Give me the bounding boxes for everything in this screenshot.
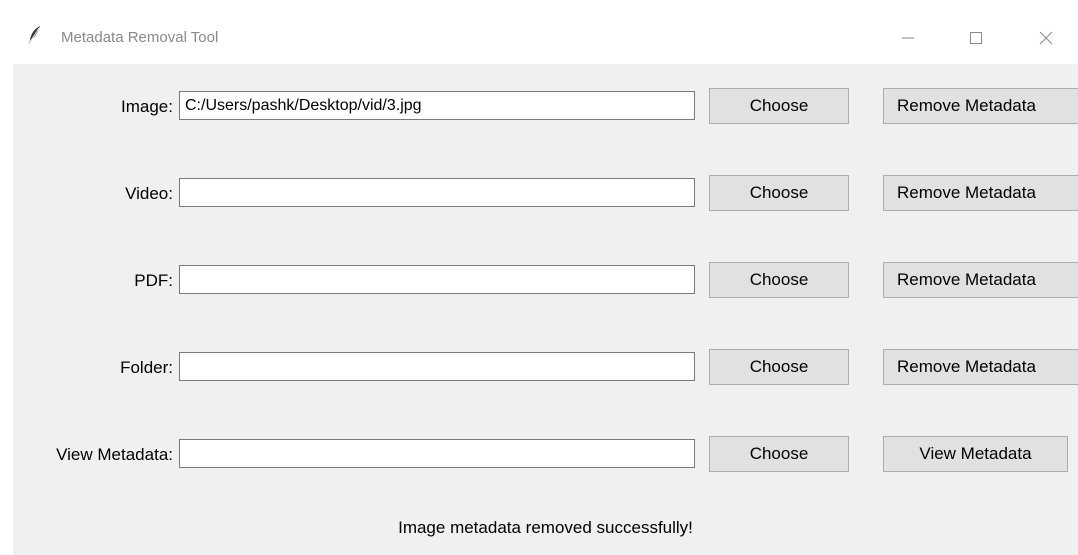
folder-remove-metadata-button[interactable]: Remove Metadata — [883, 349, 1078, 385]
view-metadata-button[interactable]: View Metadata — [883, 436, 1068, 472]
folder-choose-button[interactable]: Choose — [709, 349, 849, 385]
background-window-edge — [0, 0, 14, 555]
minimize-icon — [902, 37, 914, 39]
pdf-label: PDF: — [134, 271, 173, 290]
pdf-remove-metadata-button[interactable]: Remove Metadata — [883, 262, 1078, 298]
status-message: Image metadata removed successfully! — [398, 518, 693, 537]
folder-path-input[interactable] — [179, 352, 695, 381]
video-choose-button[interactable]: Choose — [709, 175, 849, 211]
close-button[interactable] — [1023, 20, 1069, 56]
minimize-button[interactable] — [885, 20, 931, 56]
view-metadata-path-input[interactable] — [179, 439, 695, 468]
title-bar[interactable]: Metadata Removal Tool — [13, 0, 1078, 64]
app-window: Metadata Removal Tool Image: Choose Remo… — [13, 0, 1078, 555]
close-icon — [1039, 31, 1053, 45]
video-remove-metadata-button[interactable]: Remove Metadata — [883, 175, 1078, 211]
video-label: Video: — [125, 184, 173, 203]
folder-label: Folder: — [120, 358, 173, 377]
image-remove-metadata-button[interactable]: Remove Metadata — [883, 88, 1078, 124]
window-title: Metadata Removal Tool — [61, 29, 219, 46]
image-path-input[interactable] — [179, 91, 695, 120]
feather-icon — [29, 26, 40, 44]
maximize-button[interactable] — [953, 20, 999, 56]
view-metadata-label: View Metadata: — [56, 445, 173, 464]
maximize-icon — [970, 32, 982, 44]
video-path-input[interactable] — [179, 178, 695, 207]
image-label: Image: — [121, 97, 173, 116]
pdf-path-input[interactable] — [179, 265, 695, 294]
image-choose-button[interactable]: Choose — [709, 88, 849, 124]
pdf-choose-button[interactable]: Choose — [709, 262, 849, 298]
view-metadata-choose-button[interactable]: Choose — [709, 436, 849, 472]
